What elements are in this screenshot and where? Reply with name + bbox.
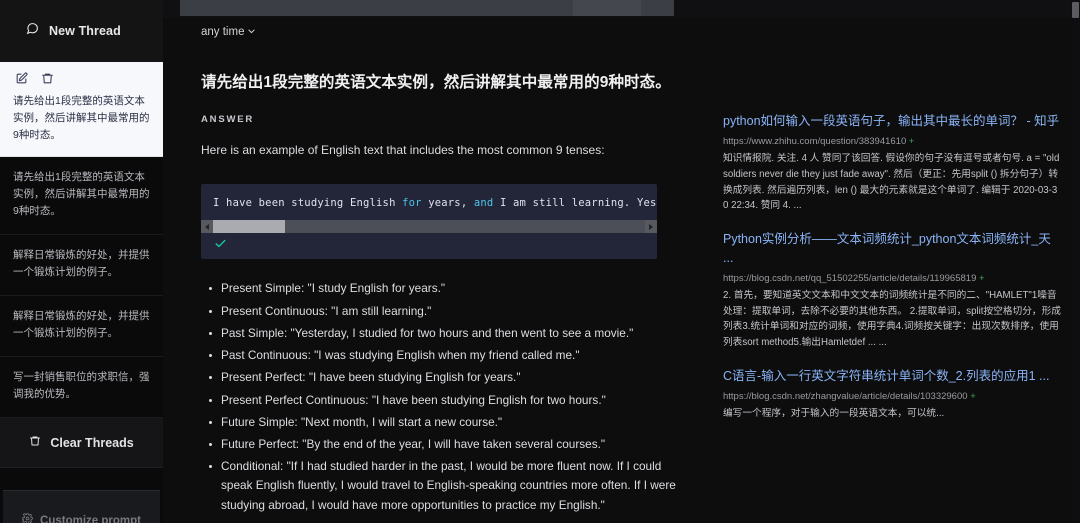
result-url: https://www.zhihu.com/question/383941610… [723,135,1061,149]
list-item: Past Continuous: "I was studying English… [209,346,676,365]
thread-item[interactable]: 请先给出1段完整的英语文本实例，然后讲解其中最常用的9种时态。 [0,157,163,235]
time-filter-label: any time [201,26,245,38]
code-line: I have been studying English for years, … [201,184,657,220]
thread-item-active[interactable]: 请先给出1段完整的英语文本实例，然后讲解其中最常用的9种时态。 [0,62,163,157]
code-token: I am still learning. Yesterday, I st [499,197,657,210]
thread-text: 写一封销售职位的求职信，强调我的优势。 [13,371,150,400]
thread-item[interactable]: 解释日常锻炼的好处，并提供一个锻炼计划的例子。 [0,296,163,357]
chevron-down-icon [247,23,256,41]
result-url-text: https://blog.csdn.net/zhangvalue/article… [723,390,968,402]
result-snippet: 编写一个程序，对于输入的一段英语文本，可以统... [723,408,945,420]
chat-bubble-icon [26,22,39,40]
result-url: https://blog.csdn.net/zhangvalue/article… [723,390,1061,404]
search-button[interactable] [573,0,641,16]
main-content: any time 请先给出1段完整的英语文本实例，然后讲解其中最常用的9种时态。… [163,0,1080,523]
list-item: Present Continuous: "I am still learning… [209,302,676,321]
code-token: I have been studying English [213,197,403,210]
answer-intro-text: Here is an example of English text that … [201,143,605,158]
code-block-footer [201,233,657,260]
customize-prompt-button[interactable]: Customize prompt [3,490,160,523]
thread-text: 请先给出1段完整的英语文本实例，然后讲解其中最常用的9种时态。 [13,95,150,141]
new-thread-button[interactable]: New Thread [0,0,163,62]
scrollbar-thumb[interactable] [213,220,285,234]
list-item: Future Perfect: "By the end of the year,… [209,435,676,454]
customize-prompt-label: Customize prompt [40,514,141,523]
expand-icon[interactable]: + [979,273,985,284]
thread-text: 解释日常锻炼的好处，并提供一个锻炼计划的例子。 [13,249,150,278]
check-icon[interactable] [214,237,227,255]
time-filter-dropdown[interactable]: any time [201,23,256,41]
scroll-left-arrow-icon[interactable] [201,220,213,234]
thread-text: 解释日常锻炼的好处，并提供一个锻炼计划的例子。 [13,310,150,339]
result-snippet: 2. 首先，要知道英文文本和中文文本的词频统计是不同的二、"HAMLET"1噪音… [723,290,1061,349]
sidebar-spacer [0,468,163,490]
thread-text: 请先给出1段完整的英语文本实例，然后讲解其中最常用的9种时态。 [13,171,150,217]
search-result: python如何输入一段英语句子，输出其中最长的单词？ - 知乎 https:/… [723,112,1061,214]
result-url: https://blog.csdn.net/qq_51502255/articl… [723,272,1061,286]
code-block: I have been studying English for years, … [201,184,657,260]
search-result: Python实例分析——文本词频统计_python文本词频统计_天 ... ht… [723,230,1061,351]
code-horizontal-scrollbar[interactable] [201,220,657,234]
code-token-keyword: for [402,197,422,210]
new-thread-label: New Thread [49,24,121,38]
clear-threads-label: Clear Threads [50,435,134,450]
sidebar: New Thread 请先给出1段完整的英语文本实例，然后讲解其中最常用的9种时… [0,0,163,523]
expand-icon[interactable]: + [909,136,915,147]
trash-icon [29,434,41,452]
trash-icon[interactable] [41,72,54,85]
app-root: New Thread 请先给出1段完整的英语文本实例，然后讲解其中最常用的9种时… [0,0,1080,523]
thread-list: 请先给出1段完整的英语文本实例，然后讲解其中最常用的9种时态。 请先给出1段完整… [0,62,163,418]
list-item: Present Perfect: "I have been studying E… [209,368,676,387]
list-item: Present Perfect Continuous: "I have been… [209,391,676,410]
result-url-text: https://blog.csdn.net/qq_51502255/articl… [723,272,977,284]
list-item: Past Simple: "Yesterday, I studied for t… [209,324,676,343]
page-title: 请先给出1段完整的英语文本实例，然后讲解其中最常用的9种时态。 [201,74,671,91]
scrollbar-track[interactable] [213,220,645,234]
answer-column: 请先给出1段完整的英语文本实例，然后讲解其中最常用的9种时态。 ANSWER H… [201,72,676,518]
result-title[interactable]: C语言-输入一行英文字符串统计单词个数_2.列表的应用1 ... [723,367,1061,386]
thread-actions [13,72,150,85]
code-token: years, [421,197,474,210]
list-item: Present Simple: "I study English for yea… [209,279,676,298]
list-item: Future Simple: "Next month, I will start… [209,413,676,432]
result-title[interactable]: Python实例分析——文本词频统计_python文本词频统计_天 ... [723,230,1061,268]
thread-item[interactable]: 解释日常锻炼的好处，并提供一个锻炼计划的例子。 [0,235,163,296]
page-scrollbar-thumb[interactable] [1072,2,1079,18]
answer-section-label: ANSWER [201,114,255,126]
page-scrollbar[interactable] [1071,0,1080,523]
result-snippet: 知识情报院. 关注. 4 人 赞同了该回答. 假设你的句子没有逗号或者句号. a… [723,153,1060,212]
scroll-right-arrow-icon[interactable] [645,220,657,234]
edit-icon[interactable] [15,72,28,85]
thread-item[interactable]: 写一封销售职位的求职信，强调我的优势。 [0,357,163,418]
top-search-bar [163,0,1080,18]
list-item: Conditional: "If I had studied harder in… [209,457,676,515]
code-token-keyword: and [473,197,494,210]
expand-icon[interactable]: + [970,391,976,402]
gear-icon [22,493,34,523]
clear-threads-button[interactable]: Clear Threads [0,418,163,468]
result-title[interactable]: python如何输入一段英语句子，输出其中最长的单词？ - 知乎 [723,112,1061,131]
tense-list: Present Simple: "I study English for yea… [201,279,676,514]
search-result: C语言-输入一行英文字符串统计单词个数_2.列表的应用1 ... https:/… [723,367,1061,422]
search-results-rail: python如何输入一段英语句子，输出其中最长的单词？ - 知乎 https:/… [723,112,1061,438]
result-url-text: https://www.zhihu.com/question/383941610 [723,135,907,147]
